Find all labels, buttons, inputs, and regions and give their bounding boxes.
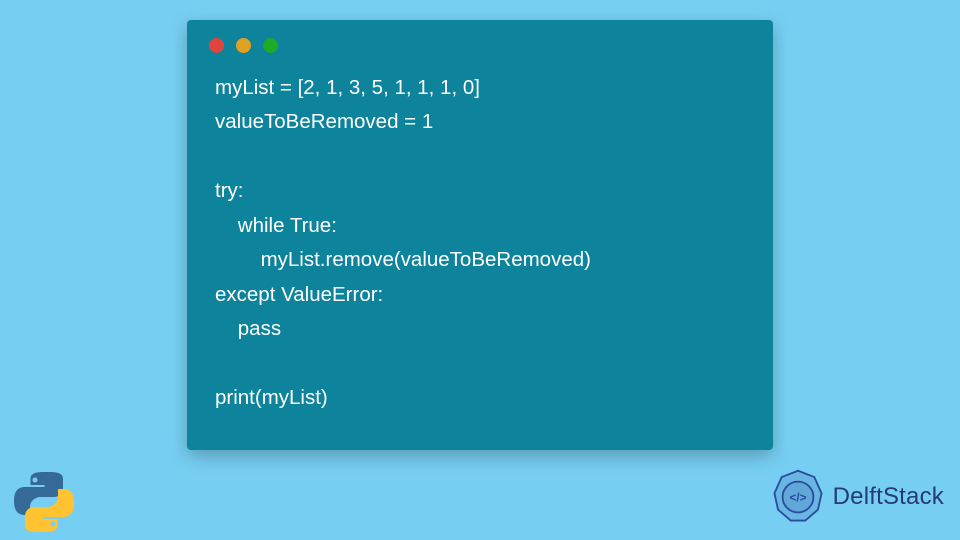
window-maximize-icon <box>263 38 278 53</box>
window-traffic-lights <box>187 20 773 61</box>
window-close-icon <box>209 38 224 53</box>
delftstack-brand: </> DelftStack <box>769 468 944 526</box>
delftstack-badge-icon: </> <box>769 468 827 526</box>
python-logo-icon <box>12 470 76 534</box>
delftstack-label: DelftStack <box>833 483 944 511</box>
window-minimize-icon <box>236 38 251 53</box>
svg-text:</>: </> <box>789 492 806 505</box>
code-block: myList = [2, 1, 3, 5, 1, 1, 1, 0] valueT… <box>187 61 773 435</box>
code-window: myList = [2, 1, 3, 5, 1, 1, 1, 0] valueT… <box>187 20 773 450</box>
